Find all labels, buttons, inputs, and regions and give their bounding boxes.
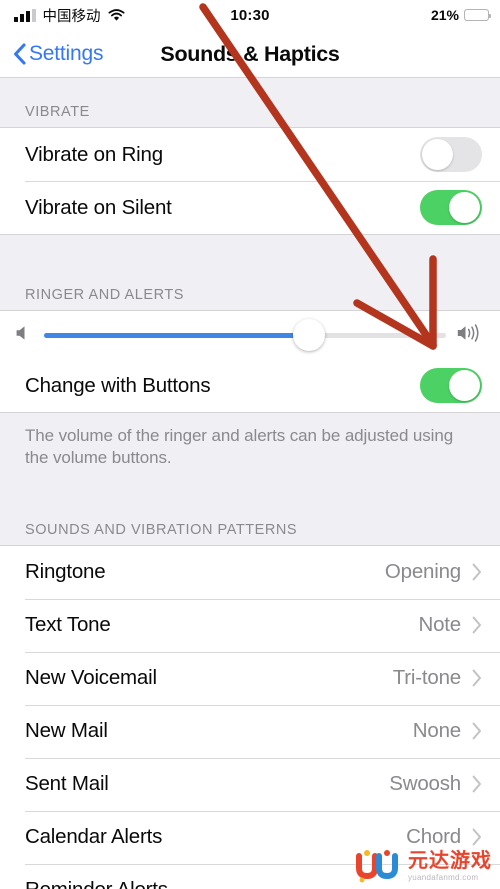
row-text-tone[interactable]: Text Tone Note (0, 598, 500, 652)
row-label: Reminder Alerts (25, 878, 168, 889)
section-header-sounds-and-vibration-patterns: SOUNDS AND VIBRATION PATTERNS (25, 521, 298, 538)
row-new-voicemail[interactable]: New Voicemail Tri-tone (0, 651, 500, 705)
row-accessory: Note (418, 613, 482, 637)
row-label: Ringtone (25, 560, 106, 584)
page-title: Sounds & Haptics (160, 41, 340, 66)
ringer-volume-slider[interactable] (44, 317, 446, 353)
row-accessory (420, 368, 482, 403)
watermark: 元达游戏 yuandafanmd.com (354, 849, 492, 883)
row-label: Vibrate on Silent (25, 195, 172, 219)
settings-list[interactable]: VIBRATE Vibrate on Ring Vibrate on Silen… (0, 78, 500, 889)
vibrate-group: Vibrate on Ring Vibrate on Silent (0, 127, 500, 235)
row-value: None (412, 719, 461, 743)
row-vibrate-on-silent[interactable]: Vibrate on Silent (0, 181, 500, 234)
watermark-logo-icon (356, 850, 398, 883)
toggle-vibrate-on-ring[interactable] (420, 137, 482, 172)
watermark-title: 元达游戏 (408, 849, 492, 872)
chevron-right-icon (472, 775, 482, 793)
row-label: Change with Buttons (25, 373, 211, 397)
chevron-right-icon (472, 828, 482, 846)
row-label: Calendar Alerts (25, 825, 163, 849)
iphone-screen: 中国移动 10:30 21% Settings Sounds & Haptics… (0, 0, 500, 889)
row-value: Opening (384, 560, 461, 584)
chevron-right-icon (472, 616, 482, 634)
row-label: New Voicemail (25, 666, 157, 690)
row-new-mail[interactable]: New Mail None (0, 704, 500, 758)
status-bar: 中国移动 10:30 21% (0, 0, 500, 30)
battery-icon (464, 9, 492, 21)
chevron-right-icon (472, 722, 482, 740)
watermark-text: 元达游戏 yuandafanmd.com (408, 851, 492, 882)
row-accessory: Swoosh (389, 772, 482, 796)
row-ringtone[interactable]: Ringtone Opening (0, 545, 500, 599)
ringer-group: Change with Buttons (0, 310, 500, 413)
chevron-right-icon (472, 669, 482, 687)
speaker-low-icon (14, 323, 34, 348)
status-bar-clock: 10:30 (230, 6, 270, 24)
row-label: Sent Mail (25, 772, 109, 796)
watermark-domain: yuandafanmd.com (408, 872, 479, 882)
row-accessory (420, 190, 482, 225)
row-accessory: Chord (406, 825, 482, 849)
row-label: New Mail (25, 719, 108, 743)
toggle-change-with-buttons[interactable] (420, 368, 482, 403)
row-accessory: None (413, 719, 482, 743)
row-accessory: Tri-tone (393, 666, 482, 690)
section-header-vibrate: VIBRATE (25, 104, 90, 120)
battery-percent-label: 21% (430, 7, 459, 23)
row-vibrate-on-ring[interactable]: Vibrate on Ring (0, 128, 500, 181)
section-header-ringer-and-alerts: RINGER AND ALERTS (25, 287, 184, 303)
row-accessory: Opening (385, 560, 482, 584)
sounds-group: Ringtone Opening Text Tone Note New Voic… (0, 544, 500, 889)
row-value: Note (418, 613, 461, 637)
row-change-with-buttons[interactable]: Change with Buttons (0, 359, 500, 412)
row-accessory (420, 137, 482, 172)
row-value: Swoosh (389, 772, 461, 796)
ringer-volume-row[interactable] (0, 311, 500, 359)
slider-fill (44, 332, 310, 338)
navigation-bar: Settings Sounds & Haptics (0, 30, 500, 78)
chevron-right-icon (472, 563, 482, 581)
toggle-vibrate-on-silent[interactable] (420, 190, 482, 225)
row-value: Tri-tone (392, 666, 461, 690)
ringer-footnote: The volume of the ringer and alerts can … (25, 426, 454, 468)
row-label: Text Tone (25, 613, 111, 637)
slider-thumb[interactable] (293, 319, 326, 351)
status-bar-right: 21% (430, 0, 492, 30)
speaker-high-icon (456, 322, 486, 349)
row-sent-mail[interactable]: Sent Mail Swoosh (0, 757, 500, 811)
row-value: Chord (406, 825, 461, 849)
row-label: Vibrate on Ring (25, 142, 163, 166)
